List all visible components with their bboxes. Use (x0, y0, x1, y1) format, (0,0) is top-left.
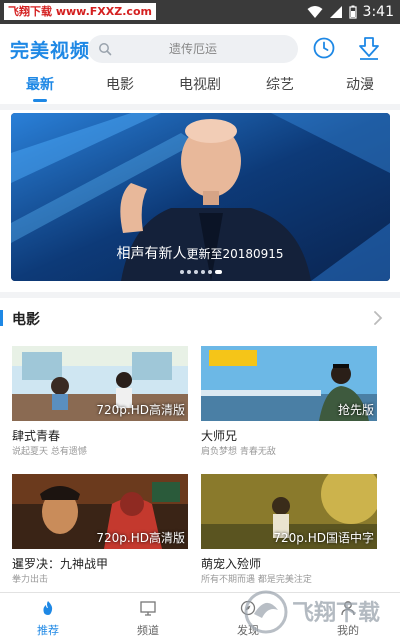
active-tab-indicator (33, 99, 47, 102)
history-icon[interactable] (312, 36, 336, 60)
signal-icon (329, 6, 342, 18)
divider (0, 292, 400, 298)
section-marker (0, 310, 3, 326)
tab-variety[interactable]: 综艺 (250, 72, 310, 104)
nav-channels[interactable]: 频道 (118, 593, 178, 641)
nav-label: 推荐 (37, 624, 59, 637)
quality-badge: 720p.HD国语中字 (273, 531, 374, 545)
flame-icon (43, 601, 53, 615)
carousel-dot[interactable] (187, 270, 191, 274)
status-bar: 飞翔下载 www.FXXZ.com 3:41 (0, 0, 400, 24)
section-title: 电影 (12, 312, 40, 328)
nav-label: 频道 (137, 624, 159, 637)
app-title: 完美视频 (10, 40, 91, 62)
quality-badge: 抢先版 (337, 403, 374, 417)
quality-badge: 720p.HD高清版 (96, 403, 185, 417)
search-placeholder: 遗传厄运 (168, 42, 217, 56)
download-icon[interactable] (356, 35, 382, 61)
top-bar: 完美视频 遗传厄运 (0, 24, 400, 72)
tab-movies[interactable]: 电影 (90, 72, 150, 104)
banner-caption: 相声有新人更新至20180915 (0, 243, 400, 263)
category-tabs: 最新 电影 电视剧 综艺 动漫 (0, 72, 400, 104)
carousel-dot[interactable] (194, 270, 198, 274)
wifi-icon (307, 6, 323, 18)
banner-subtitle: 更新至20180915 (186, 247, 284, 261)
movie-title: 大师兄 (201, 429, 238, 443)
movie-title: 肆式青春 (12, 429, 61, 443)
carousel-dots (180, 269, 222, 275)
chevron-right-icon[interactable] (372, 310, 384, 326)
watermark-label: 飞翔下载 www.FXXZ.com (4, 3, 156, 20)
status-icons: 3:41 (307, 2, 394, 22)
movie-title: 萌宠入殓师 (201, 557, 262, 571)
movie-poster: 抢先版 (201, 346, 377, 421)
carousel-dot[interactable] (215, 270, 222, 274)
movie-subtitle: 说起夏天 总有遗憾 (12, 447, 87, 457)
carousel-dot[interactable] (208, 270, 212, 274)
movie-subtitle: 拳力出击 (12, 575, 49, 585)
battery-icon (348, 5, 357, 19)
movie-subtitle: 肩负梦想 青春无敌 (201, 447, 276, 457)
movie-title: 暹罗决：九神战甲 (12, 557, 109, 571)
tv-icon (140, 601, 156, 616)
search-input[interactable]: 遗传厄运 (88, 35, 298, 63)
quality-badge: 720p.HD高清版 (96, 531, 185, 545)
carousel-dot[interactable] (180, 270, 184, 274)
search-icon (99, 43, 112, 56)
banner-title: 相声有新人 (116, 246, 187, 262)
section-header-movies[interactable]: 电影 (0, 306, 400, 332)
tab-tv-series[interactable]: 电视剧 (170, 72, 230, 104)
divider (0, 104, 400, 110)
movie-poster: 720p.HD高清版 (12, 346, 188, 421)
movie-poster: 720p.HD高清版 (12, 474, 188, 549)
clock: 3:41 (362, 4, 394, 20)
movie-poster: 720p.HD国语中字 (201, 474, 377, 549)
svg-text:飞翔下载: 飞翔下载 (292, 600, 380, 626)
carousel-dot[interactable] (201, 270, 205, 274)
nav-recommend[interactable]: 推荐 (18, 593, 78, 641)
tab-anime[interactable]: 动漫 (330, 72, 390, 104)
watermark-logo: 飞翔下载 (244, 590, 380, 634)
